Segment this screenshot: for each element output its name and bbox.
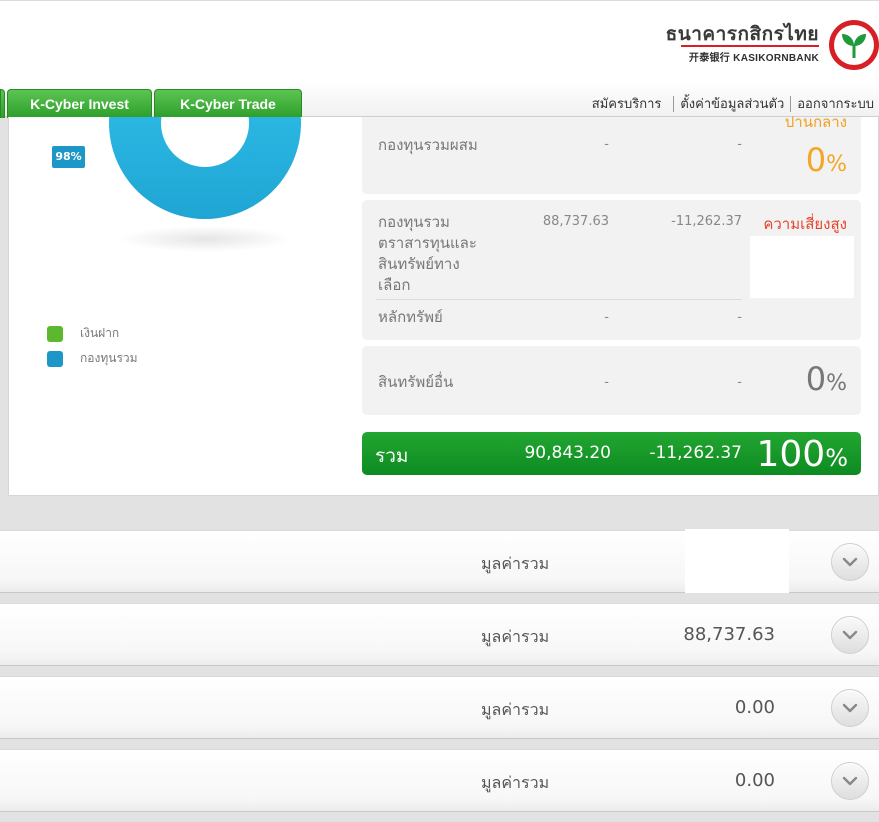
asset-change: -11,262.37: [671, 214, 742, 229]
asset-card-equity-fund: กองทุนรวม ตราสารทุนและ สินทรัพย์ทาง เลือ…: [362, 200, 861, 340]
row-label: มูลค่ารวม: [481, 554, 550, 573]
chevron-down-icon: [842, 557, 858, 567]
asset-value: -: [604, 375, 609, 390]
asset-value: -: [604, 137, 609, 152]
redacted-area: [750, 236, 854, 298]
legend-item-mutual-fund: กองทุนรวม: [47, 349, 138, 368]
chart-shadow: [118, 226, 293, 252]
asset-label: กองทุนรวมผสม: [378, 136, 478, 154]
accordion-row[interactable]: มูลค่ารวม 0.00: [0, 676, 879, 739]
row-value: 88,737.63: [683, 624, 775, 645]
tab-k-cyber-trade[interactable]: K-Cyber Trade: [154, 89, 302, 118]
legend-item-deposit: เงินฝาก: [47, 324, 119, 343]
donut-slice-mutual-fund: [109, 117, 301, 219]
asset-label: สินทรัพย์อื่น: [378, 373, 454, 391]
legend-swatch: [47, 350, 63, 367]
legend-label: เงินฝาก: [80, 326, 120, 340]
risk-level-high: ความเสี่ยงสูง: [763, 215, 847, 233]
total-percent: 100%: [756, 434, 848, 475]
expand-button[interactable]: [831, 689, 869, 727]
total-label: รวม: [375, 445, 409, 467]
chevron-down-icon: [842, 703, 858, 713]
asset-percent: 0%: [805, 360, 847, 398]
expand-button[interactable]: [831, 543, 869, 581]
chevron-down-icon: [842, 630, 858, 640]
asset-label: หลักทรัพย์: [378, 308, 443, 326]
legend-swatch: [47, 325, 63, 342]
asset-percent: 0%: [805, 141, 847, 179]
total-row: รวม 90,843.20 -11,262.37 100%: [362, 432, 861, 475]
total-value: 90,843.20: [524, 443, 611, 463]
asset-change: -: [737, 137, 742, 152]
brand-english-name: 开泰银行 KASIKORNBANK: [688, 53, 819, 64]
asset-value: 88,737.63: [542, 214, 609, 229]
brand-underline: [681, 45, 819, 47]
tab-previous[interactable]: [0, 89, 5, 118]
redacted-area: [685, 529, 789, 593]
nav-separator: [673, 95, 675, 112]
row-label: มูลค่ารวม: [481, 627, 550, 646]
row-divider: [376, 299, 742, 300]
asset-change: -: [737, 375, 742, 390]
chart-percent-badge: 98%: [52, 146, 85, 168]
asset-card-mixed-fund: กองทุนรวมผสม - - ปานกลาง 0%: [362, 113, 861, 194]
register-link[interactable]: สมัครบริการ: [592, 93, 662, 114]
settings-link[interactable]: ตั้งค่าข้อมูลส่วนตัว: [680, 93, 784, 114]
asset-change: -: [737, 310, 742, 325]
total-change: -11,262.37: [649, 443, 742, 463]
chevron-down-icon: [842, 776, 858, 786]
asset-value: -: [604, 310, 609, 325]
expand-button[interactable]: [831, 616, 869, 654]
accordion-row[interactable]: มูลค่ารวม: [0, 529, 879, 593]
expand-button[interactable]: [831, 762, 869, 800]
accordion-row[interactable]: มูลค่ารวม 0.00: [0, 749, 879, 812]
asset-label: กองทุนรวม ตราสารทุนและ สินทรัพย์ทาง เลือ…: [378, 213, 477, 294]
row-label: มูลค่ารวม: [481, 700, 550, 719]
accordion-row[interactable]: มูลค่ารวม 88,737.63: [0, 603, 879, 666]
kbank-logo-icon[interactable]: [829, 20, 879, 70]
row-value: 0.00: [734, 770, 775, 791]
tab-k-cyber-invest[interactable]: K-Cyber Invest: [7, 89, 152, 118]
allocation-donut-chart: [109, 117, 301, 219]
header: ธนาคารกสิกรไทย 开泰银行 KASIKORNBANK K-Cyber…: [0, 0, 879, 118]
row-label: มูลค่ารวม: [481, 773, 550, 792]
legend-label: กองทุนรวม: [80, 351, 138, 365]
risk-level-medium: ปานกลาง: [784, 113, 847, 131]
row-value: 0.00: [734, 697, 775, 718]
asset-card-other: สินทรัพย์อื่น - - 0%: [362, 346, 861, 415]
